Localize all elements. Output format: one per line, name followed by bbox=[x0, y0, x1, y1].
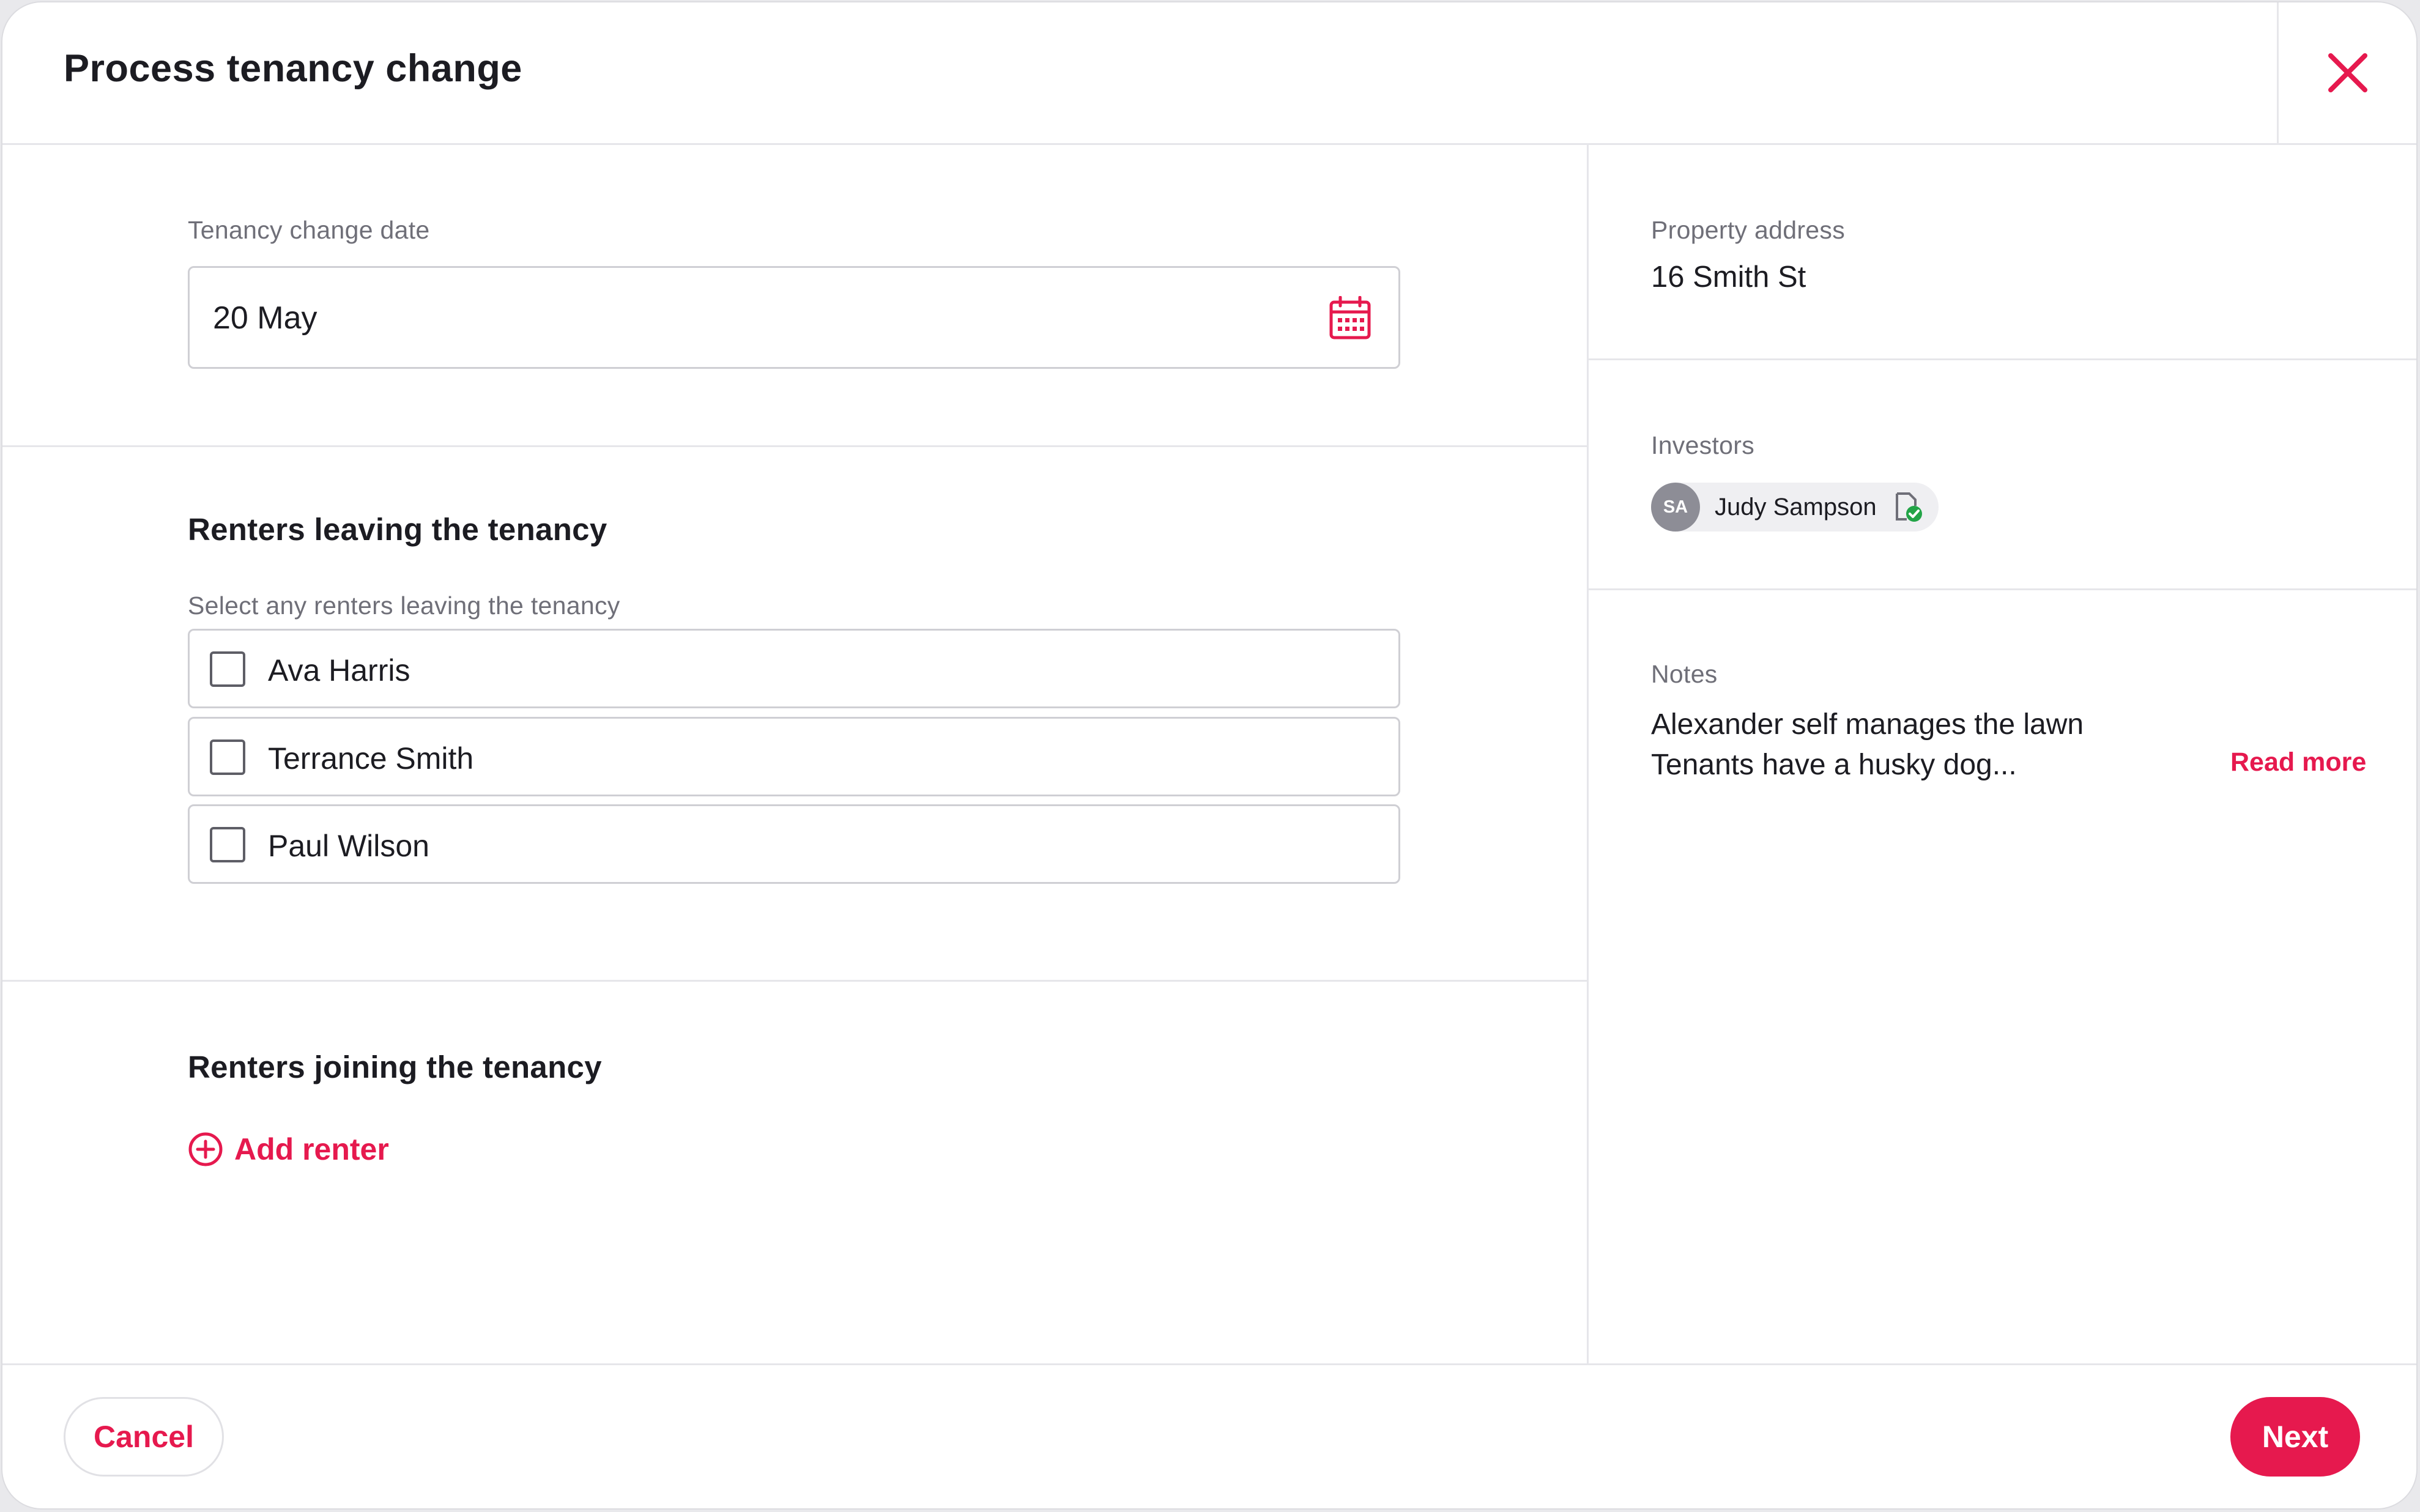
avatar: SA bbox=[1651, 483, 1700, 532]
close-icon[interactable] bbox=[2326, 51, 2370, 95]
calendar-icon[interactable] bbox=[1329, 296, 1371, 340]
date-value: 20 May bbox=[213, 300, 317, 336]
document-verified-icon bbox=[1896, 492, 1922, 522]
checkbox[interactable] bbox=[210, 651, 245, 687]
date-section: Tenancy change date 20 May bbox=[2, 145, 1587, 447]
investors-label: Investors bbox=[1651, 431, 1755, 459]
leaving-heading: Renters leaving the tenancy bbox=[188, 512, 607, 547]
address-label: Property address bbox=[1651, 216, 1846, 244]
leaving-hint: Select any renters leaving the tenancy bbox=[188, 591, 620, 620]
checkbox[interactable] bbox=[210, 827, 245, 862]
cancel-button[interactable]: Cancel bbox=[64, 1397, 224, 1477]
main-form: Tenancy change date 20 May Renters leavi… bbox=[2, 145, 1587, 1363]
date-label: Tenancy change date bbox=[188, 216, 430, 244]
modal-footer: Cancel Next bbox=[2, 1363, 2416, 1508]
joining-heading: Renters joining the tenancy bbox=[188, 1050, 602, 1084]
renter-option-terrance-smith[interactable]: Terrance Smith bbox=[188, 717, 1400, 796]
renter-name: Terrance Smith bbox=[268, 741, 474, 776]
read-more-link[interactable]: Read more bbox=[2230, 747, 2366, 777]
add-renter-label: Add renter bbox=[234, 1132, 389, 1166]
checkbox[interactable] bbox=[210, 739, 245, 775]
add-renter-button[interactable]: Add renter bbox=[188, 1125, 389, 1174]
investor-name: Judy Sampson bbox=[1715, 494, 1877, 521]
renter-name: Paul Wilson bbox=[268, 829, 429, 863]
date-input[interactable]: 20 May bbox=[188, 266, 1400, 369]
investors-section: Investors bbox=[1589, 360, 2416, 590]
modal-header: Process tenancy change bbox=[2, 2, 2416, 145]
renter-option-paul-wilson[interactable]: Paul Wilson bbox=[188, 804, 1400, 884]
notes-text: Alexander self manages the lawn Tenants … bbox=[1651, 705, 2084, 785]
page-title: Process tenancy change bbox=[64, 47, 522, 90]
investor-chip[interactable]: SA Judy Sampson bbox=[1651, 483, 1939, 532]
plus-circle-icon bbox=[188, 1132, 223, 1166]
notes-line: Tenants have a husky dog... bbox=[1651, 749, 2017, 781]
renter-name: Ava Harris bbox=[268, 653, 410, 687]
notes-line: Alexander self manages the lawn bbox=[1651, 708, 2084, 741]
address-section: Property address 16 Smith St bbox=[1589, 145, 2416, 360]
leaving-section: Renters leaving the tenancy Select any r… bbox=[2, 447, 1587, 982]
next-button[interactable]: Next bbox=[2230, 1397, 2360, 1477]
renter-option-ava-harris[interactable]: Ava Harris bbox=[188, 629, 1400, 708]
address-value: 16 Smith St bbox=[1651, 261, 1806, 294]
tenancy-change-modal: Process tenancy change Tenancy change da… bbox=[1, 1, 2418, 1510]
close-button[interactable] bbox=[2277, 2, 2416, 143]
notes-label: Notes bbox=[1651, 660, 1718, 688]
